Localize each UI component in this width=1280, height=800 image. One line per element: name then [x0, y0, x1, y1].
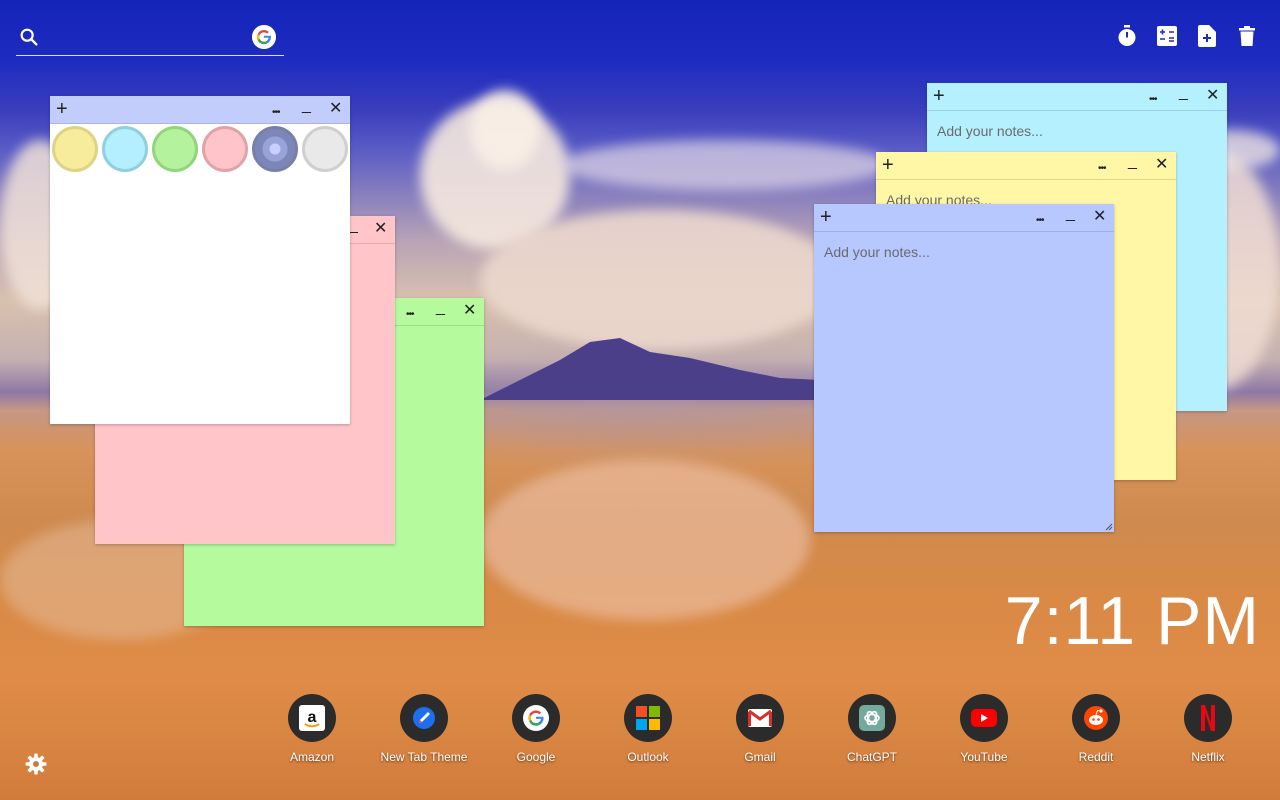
shortcut-label[interactable]: ChatGPT — [847, 750, 897, 764]
timer-icon[interactable] — [1116, 24, 1138, 48]
more-options-button[interactable]: ••• — [1098, 160, 1106, 178]
close-button[interactable]: ✕ — [1093, 208, 1106, 226]
close-button[interactable]: ✕ — [1155, 156, 1168, 174]
close-button[interactable]: ✕ — [463, 302, 476, 320]
toolbar — [1116, 24, 1258, 48]
minimize-button[interactable]: _ — [1128, 153, 1137, 171]
google-icon[interactable] — [512, 694, 560, 742]
shortcut-google[interactable]: Google — [480, 694, 592, 764]
shortcuts-dock: a Amazon New Tab Theme Google Outlook Gm… — [256, 694, 1264, 764]
gear-icon[interactable] — [24, 752, 48, 776]
note-placeholder[interactable]: Add your notes... — [937, 123, 1043, 139]
add-note-button[interactable]: + — [820, 207, 832, 227]
minimize-button[interactable]: _ — [1066, 205, 1075, 223]
close-button[interactable]: ✕ — [1206, 87, 1219, 105]
shortcut-label[interactable]: Outlook — [627, 750, 668, 764]
search-input[interactable] — [50, 24, 240, 50]
minimize-button[interactable]: _ — [349, 217, 358, 235]
svg-text:a: a — [308, 709, 317, 726]
search-icon[interactable] — [18, 26, 40, 48]
shortcut-label[interactable]: Gmail — [744, 750, 775, 764]
shortcut-new-tab-theme[interactable]: New Tab Theme — [368, 694, 480, 764]
shortcut-youtube[interactable]: YouTube — [928, 694, 1040, 764]
minimize-button[interactable]: _ — [1179, 84, 1188, 102]
outlook-icon[interactable] — [624, 694, 672, 742]
minimize-button[interactable]: _ — [302, 97, 311, 115]
trash-icon[interactable] — [1236, 24, 1258, 48]
note-placeholder[interactable]: Add your notes... — [824, 244, 930, 260]
add-note-button[interactable]: + — [56, 99, 68, 119]
netflix-icon[interactable] — [1184, 694, 1232, 742]
shortcut-netflix[interactable]: Netflix — [1152, 694, 1264, 764]
shortcut-label[interactable]: Google — [517, 750, 556, 764]
color-swatch-green[interactable] — [152, 126, 198, 172]
calculator-icon[interactable] — [1156, 24, 1178, 48]
add-note-button[interactable]: + — [933, 86, 945, 106]
color-swatch-cyan[interactable] — [102, 126, 148, 172]
shortcut-outlook[interactable]: Outlook — [592, 694, 704, 764]
resize-handle-icon[interactable] — [1105, 523, 1113, 531]
color-swatch-pink[interactable] — [202, 126, 248, 172]
note-blue[interactable]: + ••• _ ✕ Add your notes... — [814, 204, 1114, 532]
shortcut-label[interactable]: Reddit — [1079, 750, 1114, 764]
shortcut-gmail[interactable]: Gmail — [704, 694, 816, 764]
more-options-button[interactable]: ••• — [1036, 212, 1044, 230]
gmail-icon[interactable] — [736, 694, 784, 742]
color-swatch-yellow[interactable] — [52, 126, 98, 172]
note-titlebar[interactable]: + ••• _ ✕ — [927, 83, 1227, 111]
shortcut-reddit[interactable]: Reddit — [1040, 694, 1152, 764]
youtube-icon[interactable] — [960, 694, 1008, 742]
more-options-button[interactable]: ••• — [1149, 91, 1157, 109]
note-titlebar[interactable]: + ••• _ ✕ — [50, 96, 350, 124]
shortcut-label[interactable]: Netflix — [1191, 750, 1224, 764]
shortcut-label[interactable]: YouTube — [960, 750, 1007, 764]
google-icon[interactable] — [252, 25, 276, 49]
color-swatch-gray[interactable] — [302, 126, 348, 172]
new-tab-theme-icon[interactable] — [400, 694, 448, 742]
close-button[interactable]: ✕ — [329, 100, 342, 118]
new-note-icon[interactable] — [1196, 24, 1218, 48]
shortcut-chatgpt[interactable]: ChatGPT — [816, 694, 928, 764]
close-button[interactable]: ✕ — [374, 220, 387, 238]
color-swatch-blue-selected[interactable] — [252, 126, 298, 172]
reddit-icon[interactable] — [1072, 694, 1120, 742]
chatgpt-icon[interactable] — [848, 694, 896, 742]
more-options-button[interactable]: ••• — [272, 104, 280, 122]
search-bar[interactable] — [16, 20, 284, 56]
more-options-button[interactable]: ••• — [406, 306, 414, 324]
shortcut-amazon[interactable]: a Amazon — [256, 694, 368, 764]
clock: 7:11 PM — [1004, 583, 1260, 659]
note-white[interactable]: + ••• _ ✕ — [50, 96, 350, 424]
note-titlebar[interactable]: + ••• _ ✕ — [814, 204, 1114, 232]
shortcut-label[interactable]: New Tab Theme — [381, 750, 468, 764]
shortcut-label[interactable]: Amazon — [290, 750, 334, 764]
add-note-button[interactable]: + — [882, 155, 894, 175]
amazon-icon[interactable]: a — [288, 694, 336, 742]
minimize-button[interactable]: _ — [436, 299, 445, 317]
note-titlebar[interactable]: + ••• _ ✕ — [876, 152, 1176, 180]
